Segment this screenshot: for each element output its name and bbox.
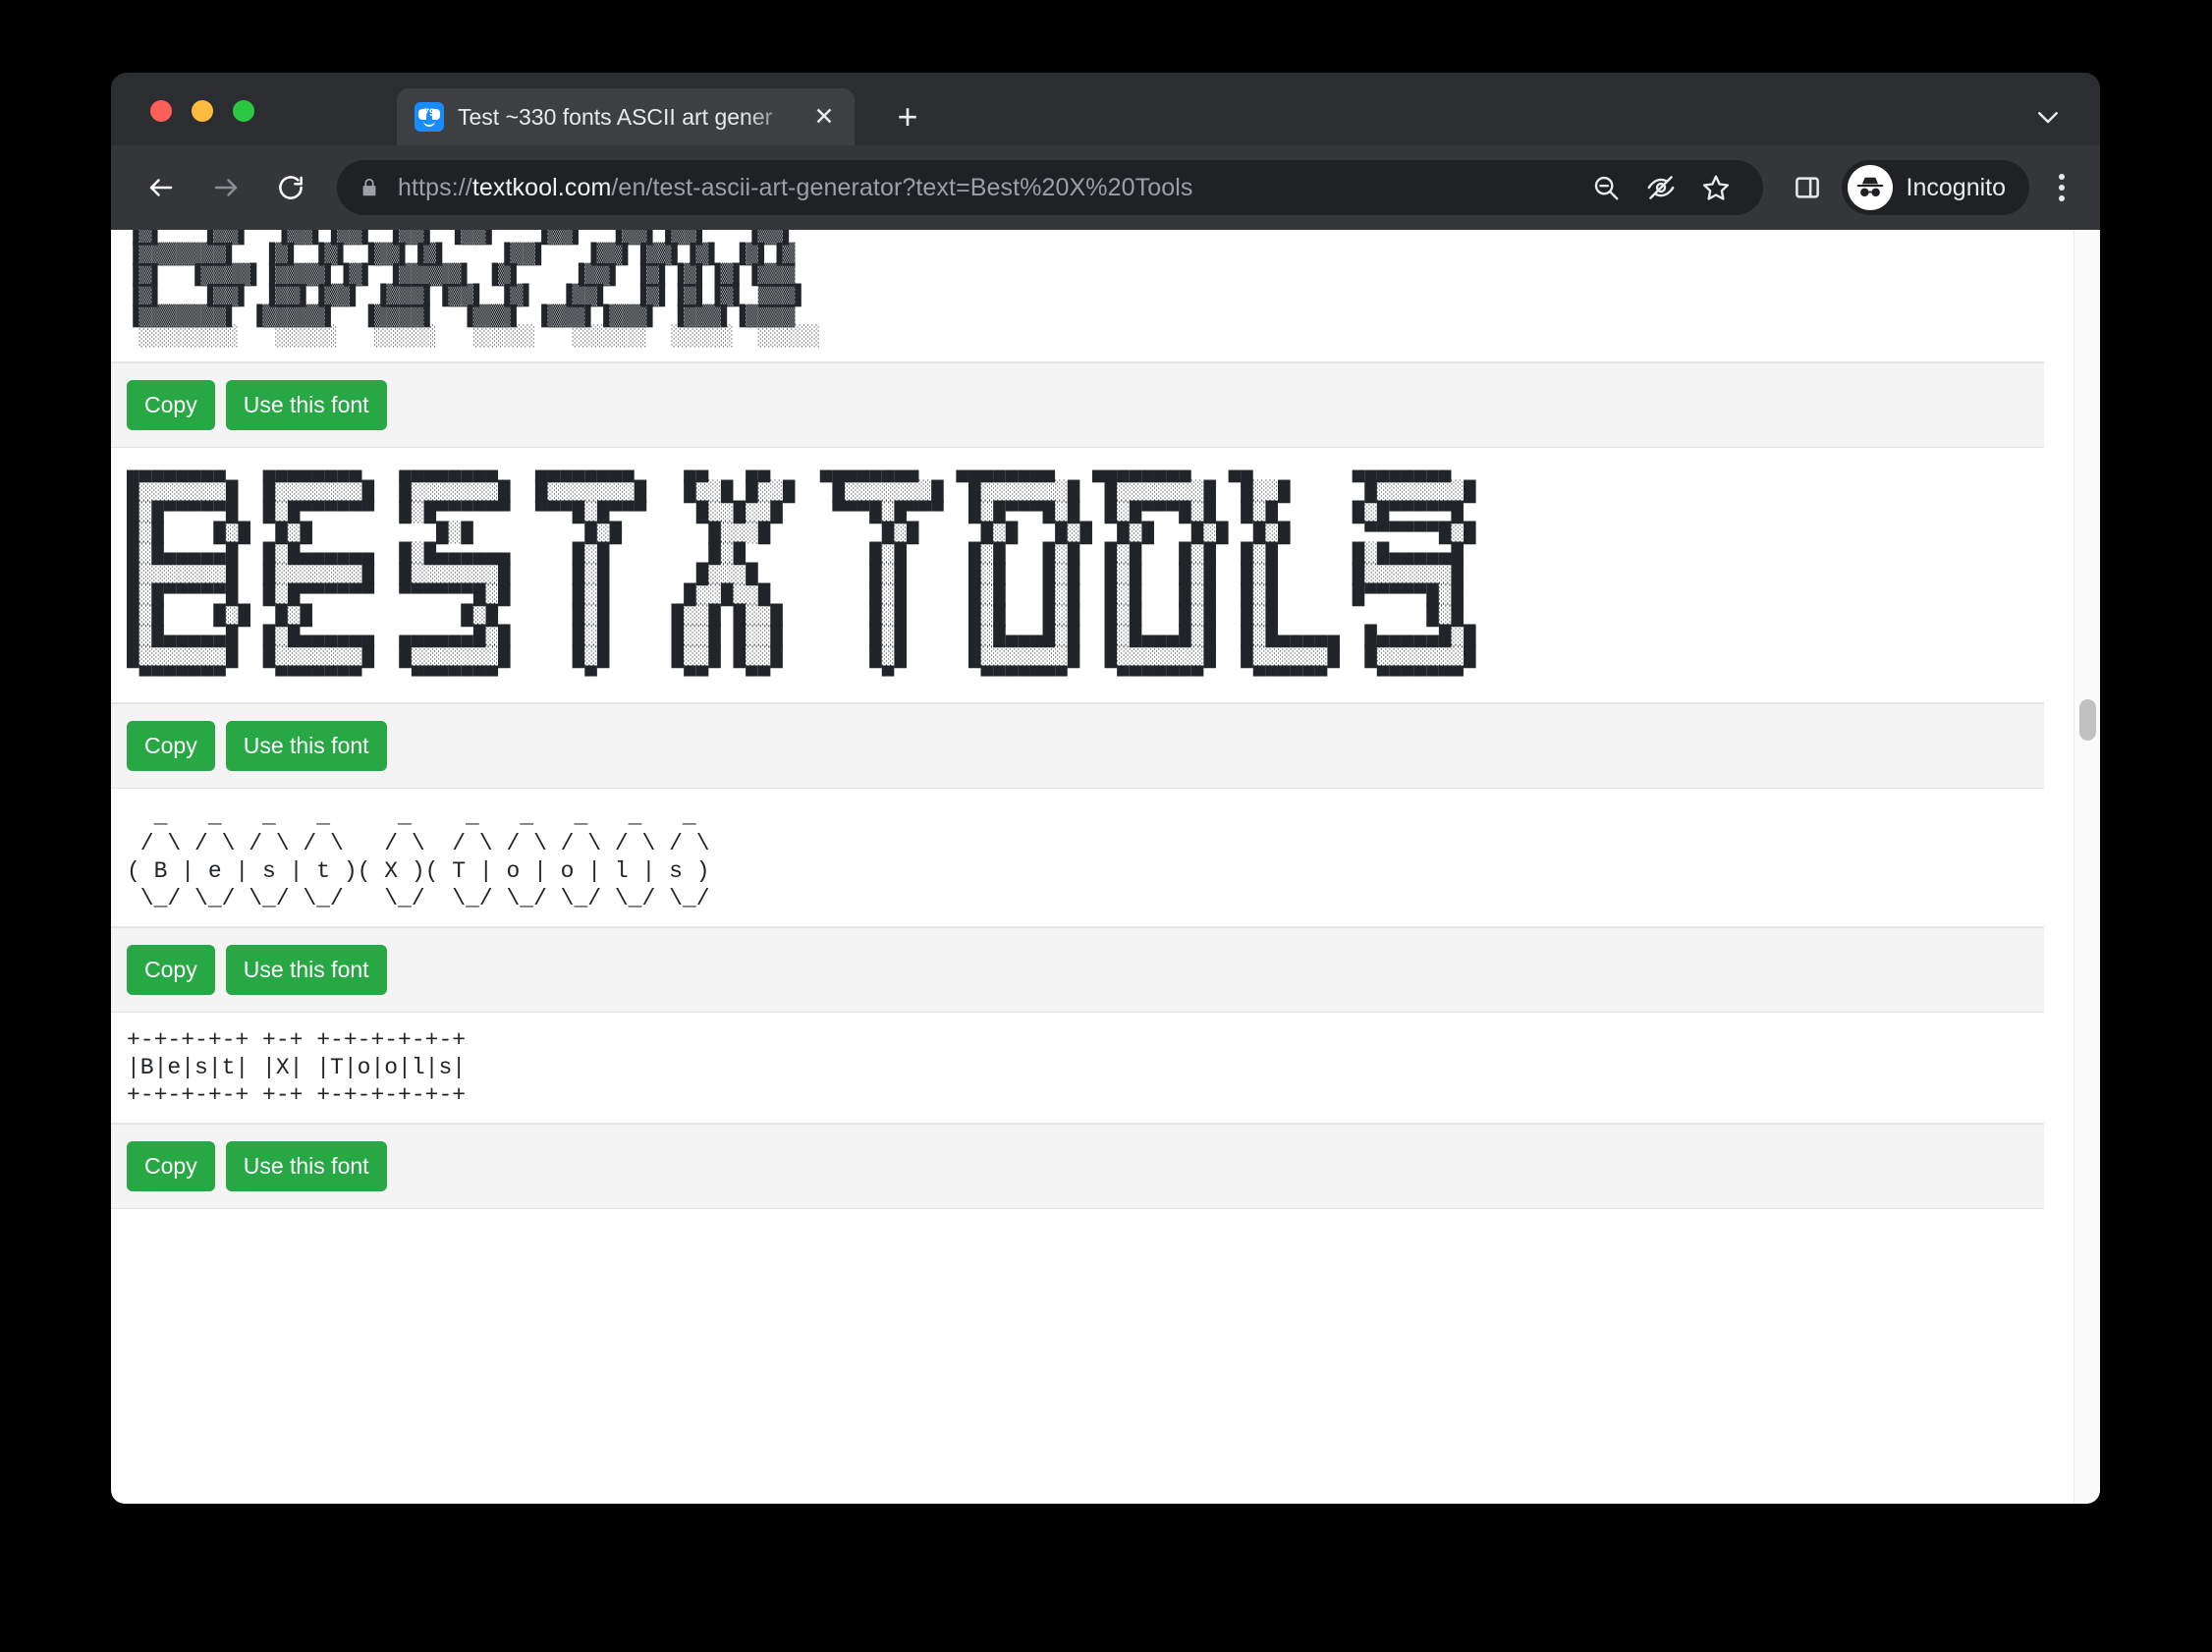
forward-button[interactable]	[199, 161, 252, 214]
zoom-out-icon	[1591, 173, 1621, 202]
window-close-button[interactable]	[150, 100, 172, 122]
use-this-font-button[interactable]: Use this font	[226, 380, 387, 430]
page-viewport: ▄▄▄▄▄▄▄▄ ▄▄▄▄ ▄▄▄▄ ▄▄▄▄ ▄▄▄▄▄▄▄▄▄▄▄ ▄▄▄▄…	[111, 230, 2100, 1504]
copy-button[interactable]: Copy	[127, 721, 215, 771]
use-this-font-button[interactable]: Use this font	[226, 945, 387, 995]
toolbar-right-group: Incognito	[1781, 160, 2100, 215]
reload-button[interactable]	[264, 161, 317, 214]
omnibox-actions	[1580, 162, 1742, 213]
ascii-art-preview: ▄▄▄▄▄▄▄▄ ▄▄▄▄▄▄▄▄ ▄▄▄▄▄▄▄▄ ▄▄▄▄▄▄▄▄ ▄▄ ▄…	[111, 448, 2044, 702]
browser-toolbar: https://textkool.com/en/test-ascii-art-g…	[111, 145, 2100, 230]
favicon-smile-icon	[423, 121, 435, 127]
reload-icon	[276, 173, 305, 202]
tab-title: Test ~330 fonts ASCII art gener	[458, 104, 807, 131]
address-bar[interactable]: https://textkool.com/en/test-ascii-art-g…	[337, 160, 1763, 215]
profile-chip[interactable]: Incognito	[1842, 160, 2029, 215]
incognito-avatar	[1848, 165, 1893, 210]
traffic-lights	[150, 100, 254, 122]
url-text: https://textkool.com/en/test-ascii-art-g…	[398, 174, 1571, 202]
font-action-row: CopyUse this font	[111, 703, 2044, 789]
use-this-font-button[interactable]: Use this font	[226, 721, 387, 771]
back-button[interactable]	[135, 161, 188, 214]
ascii-art-row: ▄▄▄▄▄▄▄▄ ▄▄▄▄▄▄▄▄ ▄▄▄▄▄▄▄▄ ▄▄▄▄▄▄▄▄ ▄▄ ▄…	[111, 448, 2044, 703]
incognito-icon	[1853, 171, 1887, 204]
tab-close-icon[interactable]: ✕	[807, 100, 841, 134]
new-tab-button[interactable]: +	[890, 101, 925, 137]
ascii-art-preview: ▄▄▄▄▄▄▄▄ ▄▄▄▄ ▄▄▄▄ ▄▄▄▄ ▄▄▄▄▄▄▄▄▄▄▄ ▄▄▄▄…	[111, 230, 2044, 361]
favicon-digits: 79	[415, 107, 444, 119]
copy-button[interactable]: Copy	[127, 380, 215, 430]
font-action-row: CopyUse this font	[111, 362, 2044, 448]
tab-strip: 79 Test ~330 fonts ASCII art gener ✕ +	[111, 73, 2100, 145]
use-this-font-button[interactable]: Use this font	[226, 1141, 387, 1191]
arrow-left-icon	[146, 173, 176, 202]
arrow-right-icon	[211, 173, 241, 202]
ascii-art-preview: _ _ _ _ _ _ _ _ _ _ / \ / \ / \ / \ / \ …	[111, 789, 2044, 926]
star-icon	[1701, 173, 1731, 202]
font-action-row: CopyUse this font	[111, 1124, 2044, 1209]
browser-window: 79 Test ~330 fonts ASCII art gener ✕ +	[111, 73, 2100, 1504]
ascii-art-row: _ _ _ _ _ _ _ _ _ _ / \ / \ / \ / \ / \ …	[111, 789, 2044, 927]
profile-label: Incognito	[1907, 174, 2006, 202]
ascii-font-list: ▄▄▄▄▄▄▄▄ ▄▄▄▄ ▄▄▄▄ ▄▄▄▄ ▄▄▄▄▄▄▄▄▄▄▄ ▄▄▄▄…	[111, 230, 2044, 1209]
window-maximize-button[interactable]	[233, 100, 254, 122]
ascii-art-row: +-+-+-+-+ +-+ +-+-+-+-+-+ |B|e|s|t| |X| …	[111, 1013, 2044, 1124]
tracking-protection-button[interactable]	[1635, 162, 1687, 213]
zoom-out-button[interactable]	[1580, 162, 1631, 213]
ascii-art-row: ▄▄▄▄▄▄▄▄ ▄▄▄▄ ▄▄▄▄ ▄▄▄▄ ▄▄▄▄▄▄▄▄▄▄▄ ▄▄▄▄…	[111, 230, 2044, 362]
lock-icon	[359, 176, 380, 199]
favicon-icon: 79	[415, 102, 444, 132]
window-minimize-button[interactable]	[192, 100, 213, 122]
three-dot-menu-icon[interactable]	[2039, 161, 2084, 214]
scrollbar-thumb[interactable]	[2079, 699, 2096, 741]
side-panel-button[interactable]	[1781, 161, 1834, 214]
eye-slash-icon	[1646, 173, 1676, 202]
copy-button[interactable]: Copy	[127, 945, 215, 995]
side-panel-icon	[1793, 173, 1822, 202]
copy-button[interactable]: Copy	[127, 1141, 215, 1191]
chevron-down-icon[interactable]	[2033, 102, 2063, 132]
font-action-row: CopyUse this font	[111, 927, 2044, 1013]
bookmark-button[interactable]	[1690, 162, 1742, 213]
ascii-art-preview: +-+-+-+-+ +-+ +-+-+-+-+-+ |B|e|s|t| |X| …	[111, 1013, 2044, 1123]
vertical-scrollbar[interactable]	[2074, 230, 2100, 1504]
browser-tab[interactable]: 79 Test ~330 fonts ASCII art gener ✕	[397, 88, 855, 145]
